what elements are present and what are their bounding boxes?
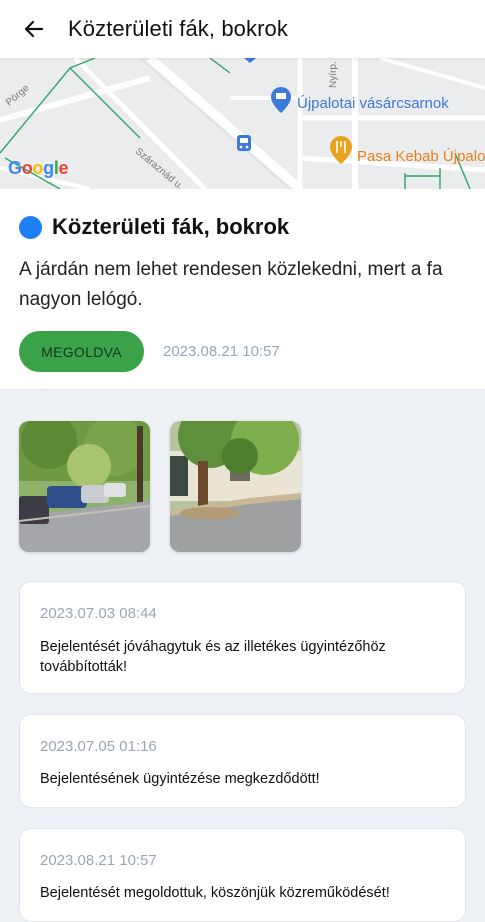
page-title: Közterületi fák, bokrok	[68, 16, 288, 41]
status-dot-icon	[19, 215, 42, 239]
map-view[interactable]: Újpalotai vásárcsarnok Pasa Kebab Újpalo…	[0, 58, 485, 189]
photo-thumbnail-1[interactable]	[19, 421, 150, 552]
event-date: 2023.08.21 10:57	[40, 852, 157, 869]
map-street-label: Nyírp.	[328, 61, 339, 88]
timeline-event-1: 2023.07.03 08:44 Bejelentését jóváhagytu…	[19, 581, 466, 694]
status-badge: MEGOLDVA	[19, 331, 144, 372]
google-logo: Google	[8, 158, 69, 178]
arrow-left-icon	[24, 20, 44, 38]
event-text: Bejelentésének ügyintézése megkezdődött!	[40, 771, 320, 787]
event-date: 2023.07.05 01:16	[40, 738, 157, 755]
map-poi-market-label[interactable]: Újpalotai vásárcsarnok	[297, 95, 449, 112]
report-date: 2023.08.21 10:57	[163, 343, 280, 360]
map-poi-kebab-label[interactable]: Pasa Kebab Újpalo	[357, 148, 485, 165]
timeline-event-2: 2023.07.05 01:16 Bejelentésének ügyintéz…	[19, 714, 466, 808]
event-date: 2023.07.03 08:44	[40, 605, 157, 622]
bus-stop-icon[interactable]	[237, 135, 251, 151]
event-text: Bejelentését jóváhagytuk és az illetékes…	[40, 639, 386, 675]
report-card: Közterületi fák, bokrok A járdán nem leh…	[0, 189, 485, 390]
report-description: A járdán nem lehet rendesen közlekedni, …	[19, 259, 443, 310]
back-button[interactable]	[0, 0, 68, 58]
photo-thumbnail-2[interactable]	[170, 421, 301, 552]
report-title: Közterületi fák, bokrok	[52, 214, 290, 239]
timeline-event-3: 2023.08.21 10:57 Bejelentését megoldottu…	[19, 828, 466, 922]
event-text: Bejelentését megoldottuk, köszönjük közr…	[40, 885, 390, 901]
app-bar: Közterületi fák, bokrok	[0, 0, 485, 58]
report-title-row: Közterületi fák, bokrok	[19, 214, 289, 240]
